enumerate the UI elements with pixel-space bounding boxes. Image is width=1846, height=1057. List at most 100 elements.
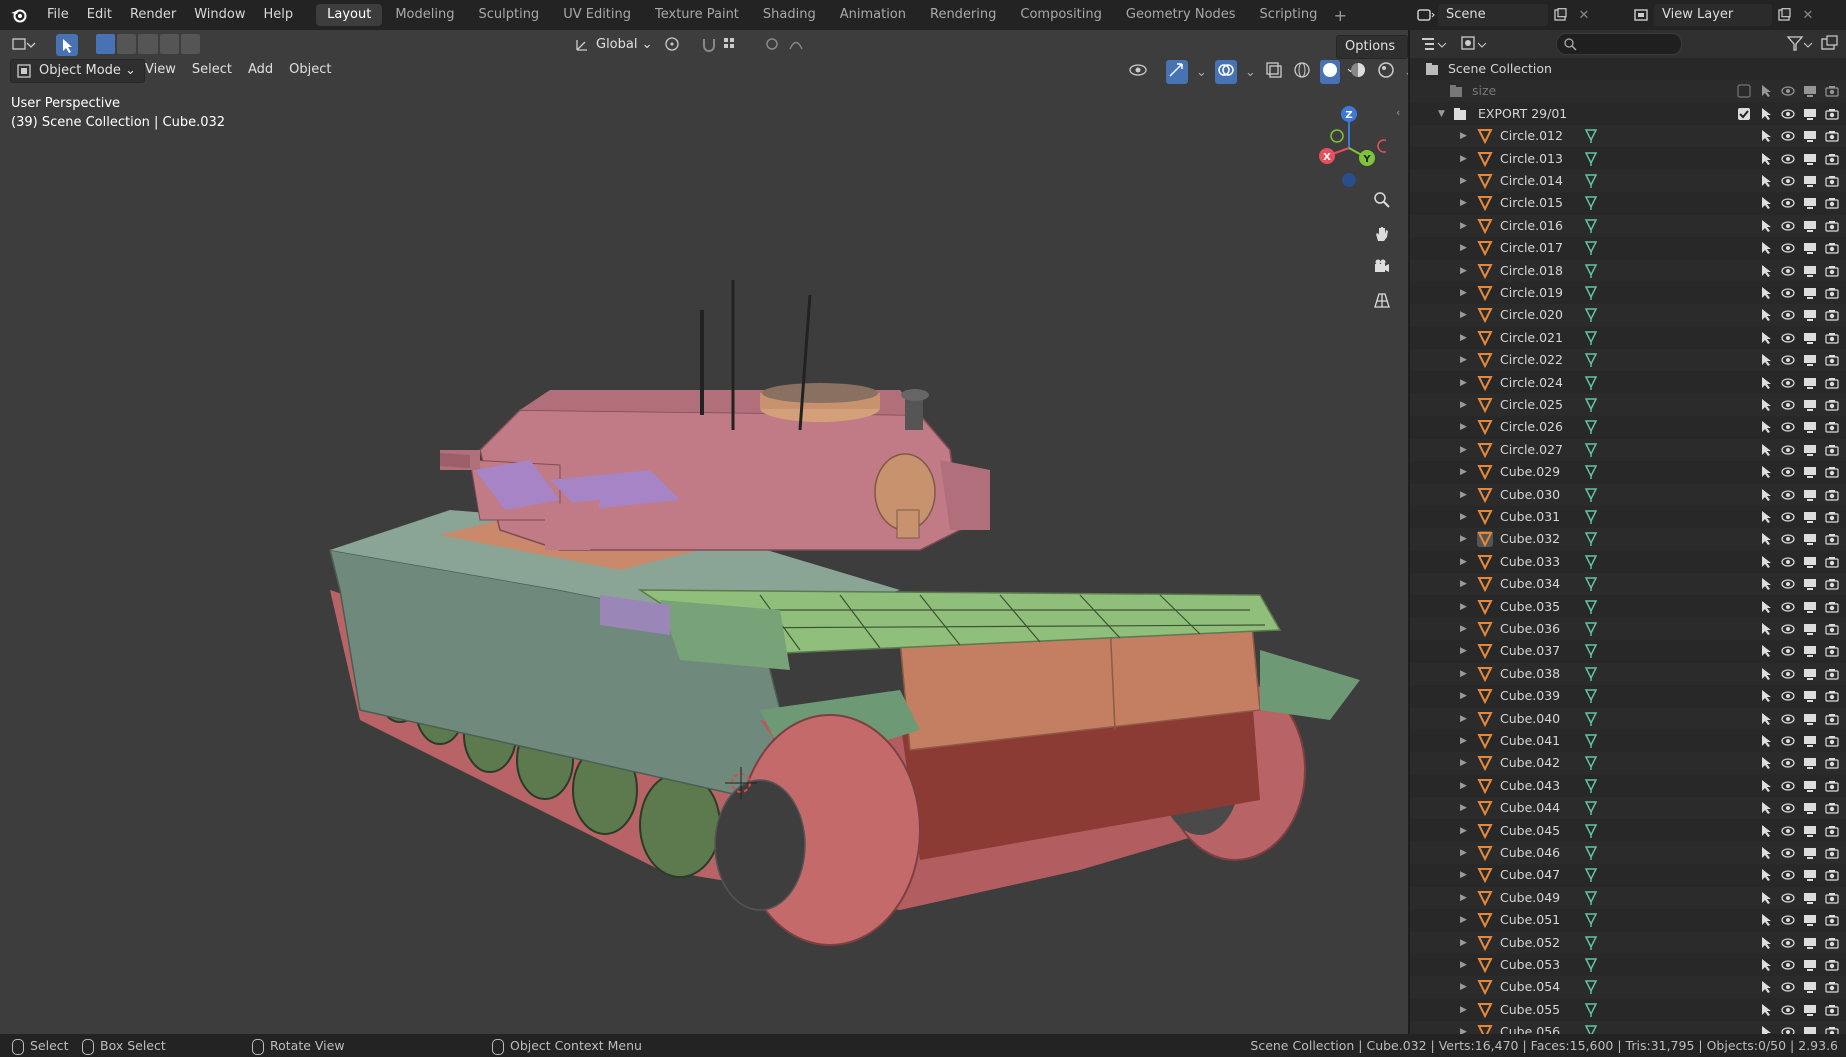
ortho-perspective-icon[interactable] [1368, 286, 1396, 314]
viewport-menu-select[interactable]: Select [184, 59, 240, 81]
expand-triangle-icon[interactable]: ▶ [1460, 237, 1467, 259]
expand-triangle-icon[interactable]: ▶ [1460, 640, 1467, 662]
expand-triangle-icon[interactable]: ▶ [1460, 797, 1467, 819]
selection-mode-buttons[interactable] [96, 34, 201, 56]
gizmo-dropdown-icon[interactable]: ⌄ [1196, 65, 1207, 80]
outliner-row-object[interactable]: ▶ Cube.055 [1410, 999, 1846, 1021]
outliner-search-input[interactable] [1556, 33, 1682, 55]
outliner-row-object[interactable]: ▶ Cube.043 [1410, 775, 1846, 797]
workspace-tab-texture-paint[interactable]: Texture Paint [644, 4, 750, 26]
mesh-data-icon[interactable] [1584, 643, 1598, 659]
mesh-data-icon[interactable] [1584, 509, 1598, 525]
sidebar-toggle-icon[interactable]: ‹ [1396, 106, 1400, 119]
expand-triangle-icon[interactable]: ▶ [1460, 864, 1467, 886]
outliner-row-object[interactable]: ▶ Cube.052 [1410, 931, 1846, 954]
expand-triangle-icon[interactable]: ▶ [1460, 282, 1467, 304]
mesh-data-icon[interactable] [1584, 263, 1598, 279]
options-dropdown[interactable]: Options ⌄ [1336, 35, 1408, 76]
expand-triangle-icon[interactable]: ▶ [1460, 999, 1467, 1021]
outliner-row-object[interactable]: ▶ Circle.019 [1410, 282, 1846, 304]
mesh-data-icon[interactable] [1584, 442, 1598, 458]
wireframe-shading-icon[interactable] [1292, 60, 1312, 84]
outliner-row-object[interactable]: ▶ Circle.012 [1410, 125, 1846, 148]
mesh-data-icon[interactable] [1584, 487, 1598, 503]
expand-triangle-icon[interactable]: ▶ [1460, 730, 1467, 752]
expand-triangle-icon[interactable]: ▶ [1460, 618, 1467, 640]
new-collection-icon[interactable] [1820, 34, 1840, 58]
mesh-data-icon[interactable] [1584, 352, 1598, 368]
expand-triangle-icon[interactable]: ▶ [1460, 148, 1467, 170]
outliner-row-object[interactable]: ▶ Cube.040 [1410, 707, 1846, 730]
mesh-data-icon[interactable] [1584, 800, 1598, 816]
mesh-data-icon[interactable] [1584, 733, 1598, 749]
filter-icon[interactable] [1786, 34, 1814, 58]
workspace-tab-uv-editing[interactable]: UV Editing [552, 4, 642, 26]
outliner-row-object[interactable]: ▶ Cube.051 [1410, 909, 1846, 931]
editor-type-button[interactable] [10, 34, 42, 56]
outliner-row-object[interactable]: ▶ Cube.054 [1410, 976, 1846, 999]
zoom-icon[interactable] [1368, 186, 1396, 214]
mesh-data-icon[interactable] [1584, 621, 1598, 637]
collapse-triangle-icon[interactable]: ▼ [1438, 103, 1445, 125]
rendered-shading-icon[interactable] [1376, 60, 1396, 84]
mesh-data-icon[interactable] [1584, 285, 1598, 301]
outliner-row-object[interactable]: ▶ Circle.018 [1410, 259, 1846, 282]
workspace-tab-sculpting[interactable]: Sculpting [467, 4, 550, 26]
expand-triangle-icon[interactable]: ▶ [1460, 752, 1467, 774]
outliner-row-object[interactable]: ▶ Cube.037 [1410, 640, 1846, 662]
new-view-layer-icon[interactable] [1772, 4, 1796, 26]
scene-selector[interactable]: Scene ✕ [1414, 3, 1596, 27]
new-scene-icon[interactable] [1548, 4, 1572, 26]
mesh-data-icon[interactable] [1584, 867, 1598, 883]
expand-triangle-icon[interactable]: ▶ [1460, 976, 1467, 998]
outliner-row-object[interactable]: ▶ Circle.020 [1410, 304, 1846, 327]
menu-window[interactable]: Window [185, 0, 254, 30]
mesh-data-icon[interactable] [1584, 957, 1598, 973]
outliner-row-object[interactable]: ▶ Cube.035 [1410, 596, 1846, 618]
outliner-row-object[interactable]: ▶ Cube.053 [1410, 954, 1846, 976]
outliner-row-object[interactable]: ▶ Cube.044 [1410, 797, 1846, 820]
outliner-row-object[interactable]: ▶ Circle.026 [1410, 416, 1846, 438]
outliner-row-object[interactable]: ▶ Circle.022 [1410, 349, 1846, 372]
expand-triangle-icon[interactable]: ▶ [1460, 551, 1467, 573]
tank-model[interactable] [0, 30, 1408, 1034]
menu-help[interactable]: Help [255, 0, 303, 30]
shading-dropdown-icon[interactable]: ⌄ [1404, 65, 1408, 80]
expand-triangle-icon[interactable]: ▶ [1460, 327, 1467, 349]
material-shading-icon[interactable] [1348, 60, 1368, 84]
scene-name-field[interactable]: Scene [1438, 4, 1548, 26]
view-layer-selector[interactable]: View Layer ✕ [1630, 3, 1820, 27]
viewport-menu-object[interactable]: Object [281, 59, 339, 81]
outliner-row-object[interactable]: ▶ Cube.038 [1410, 662, 1846, 685]
outliner-row-object[interactable]: ▶ Circle.021 [1410, 327, 1846, 349]
outliner-row-object[interactable]: ▶ Cube.039 [1410, 685, 1846, 707]
outliner-row-object[interactable]: ▶ Cube.032 [1410, 528, 1846, 551]
workspace-tab-scripting[interactable]: Scripting [1249, 4, 1329, 26]
outliner-row-object[interactable]: ▶ Circle.025 [1410, 394, 1846, 416]
outliner-row-object[interactable]: ▶ Cube.046 [1410, 842, 1846, 864]
3d-viewport[interactable]: Global ⌄ Options ⌄ Object Mode ⌄ View Sel… [0, 30, 1408, 1034]
camera-view-icon[interactable] [1368, 253, 1396, 281]
pivot-point-button[interactable] [662, 34, 698, 56]
outliner-row-object[interactable]: ▶ Circle.027 [1410, 438, 1846, 461]
expand-triangle-icon[interactable]: ▶ [1460, 954, 1467, 976]
outliner-row-object[interactable]: ▶ Cube.049 [1410, 886, 1846, 909]
view-layer-name-field[interactable]: View Layer [1654, 4, 1772, 26]
expand-triangle-icon[interactable]: ▶ [1460, 663, 1467, 685]
menu-edit[interactable]: Edit [78, 0, 121, 30]
workspace-tab-modeling[interactable]: Modeling [384, 4, 465, 26]
outliner-row-object[interactable]: ▶ Circle.016 [1410, 214, 1846, 237]
blender-logo-icon[interactable] [0, 0, 38, 30]
expand-triangle-icon[interactable]: ▶ [1460, 125, 1467, 147]
delete-view-layer-icon[interactable]: ✕ [1796, 4, 1820, 26]
expand-triangle-icon[interactable]: ▶ [1460, 170, 1467, 192]
mesh-data-icon[interactable] [1584, 688, 1598, 704]
expand-triangle-icon[interactable]: ▶ [1460, 439, 1467, 461]
mesh-data-icon[interactable] [1584, 240, 1598, 256]
mesh-data-icon[interactable] [1584, 397, 1598, 413]
expand-triangle-icon[interactable]: ▶ [1460, 506, 1467, 528]
mesh-data-icon[interactable] [1584, 218, 1598, 234]
workspace-tab-layout[interactable]: Layout [316, 4, 383, 26]
mesh-data-icon[interactable] [1584, 419, 1598, 435]
expand-triangle-icon[interactable]: ▶ [1460, 192, 1467, 214]
